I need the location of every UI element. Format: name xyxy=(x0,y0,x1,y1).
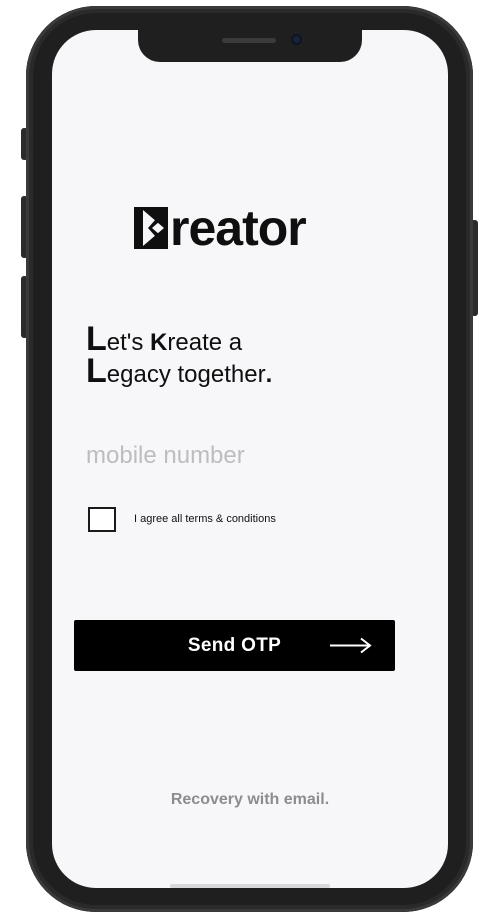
send-otp-label: Send OTP xyxy=(187,634,282,656)
tagline-text-1b: reate a xyxy=(167,329,243,356)
brand-name: reator xyxy=(170,200,307,256)
front-camera xyxy=(291,34,302,45)
mobile-number-input[interactable] xyxy=(86,438,386,474)
phone-notch xyxy=(138,30,362,62)
home-indicator xyxy=(170,884,330,888)
tagline-line-1: Let's Kreate a xyxy=(86,322,272,356)
speaker-grille xyxy=(222,38,276,43)
kreator-k-logo-icon xyxy=(134,207,168,249)
recovery-with-email-link[interactable]: Recovery with email. xyxy=(0,791,500,809)
send-otp-button[interactable]: Send OTP xyxy=(74,620,395,671)
tagline-text-1a: et's xyxy=(106,329,151,356)
tagline-initial-2: L xyxy=(86,352,107,390)
tagline-accent-k: K xyxy=(150,329,168,356)
terms-label: I agree all terms & conditions xyxy=(134,513,276,525)
tagline: Let's Kreate a Legacy together. xyxy=(86,322,272,388)
tagline-line-2: Legacy together. xyxy=(86,354,272,388)
tagline-text-2: egacy together xyxy=(106,361,266,388)
app-logo: reator xyxy=(134,200,307,256)
tagline-period: . xyxy=(265,361,273,388)
arrow-right-icon xyxy=(330,637,372,654)
terms-checkbox[interactable] xyxy=(88,507,116,532)
